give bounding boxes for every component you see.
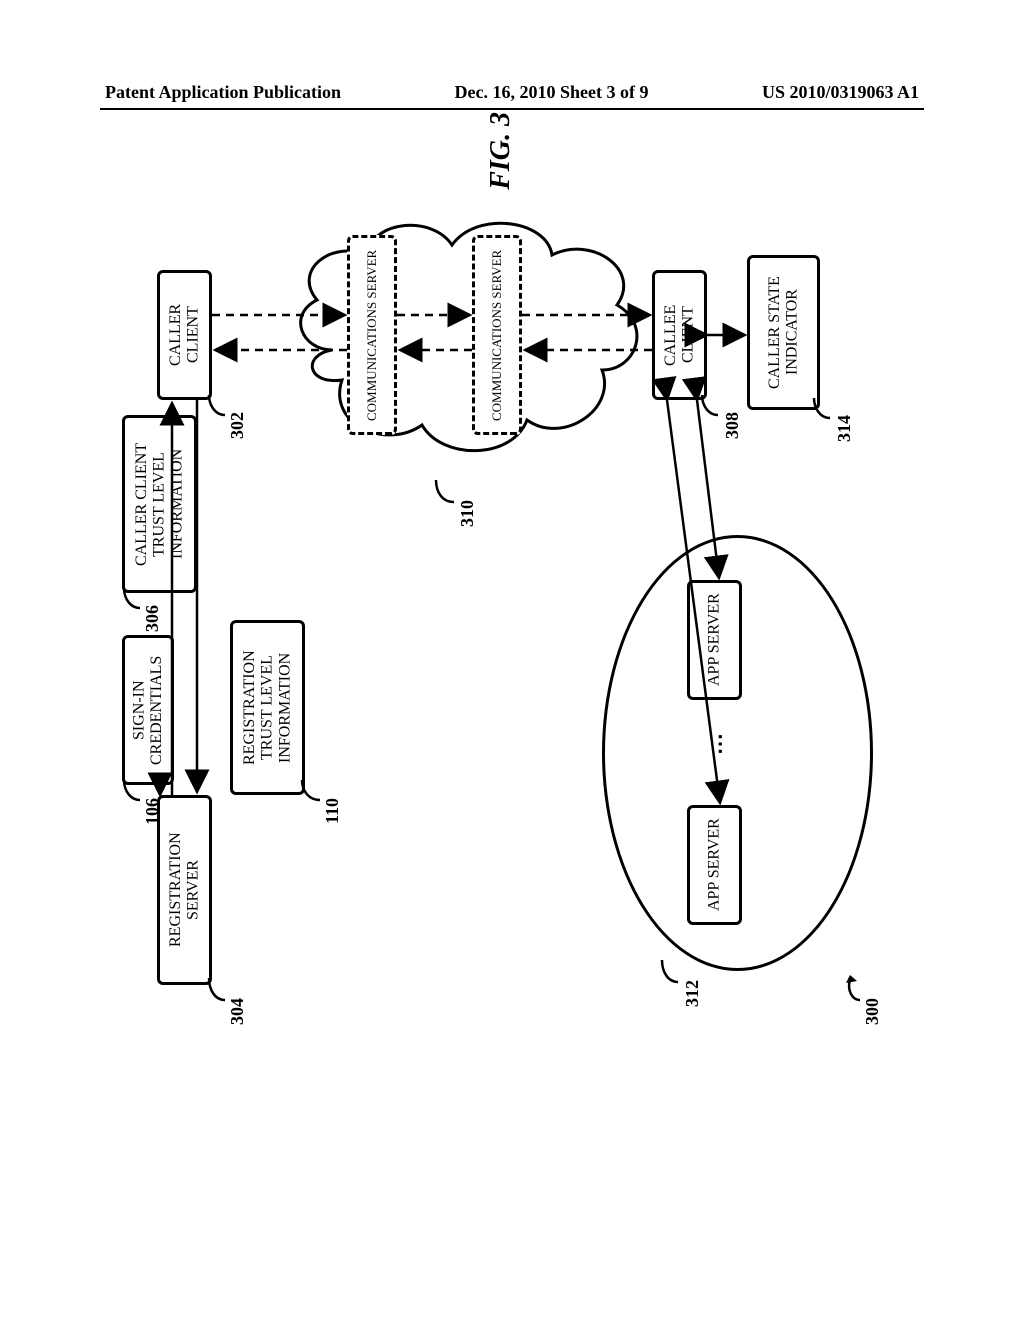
- leader-308: [700, 395, 728, 419]
- leader-106: [124, 780, 150, 804]
- leader-306: [124, 588, 150, 612]
- leader-300: [842, 975, 872, 1005]
- leader-110: [300, 780, 330, 804]
- figure-3-diagram: REGISTRATION SERVER SIGN-IN CREDENTIALS …: [122, 140, 907, 1190]
- page-header: Patent Application Publication Dec. 16, …: [0, 82, 1024, 103]
- header-left: Patent Application Publication: [105, 82, 341, 103]
- header-right: US 2010/0319063 A1: [762, 82, 919, 103]
- leader-314: [812, 398, 840, 422]
- page: Patent Application Publication Dec. 16, …: [0, 0, 1024, 1320]
- leader-304: [207, 978, 237, 1006]
- leader-312: [660, 960, 688, 986]
- connectors: [122, 140, 907, 1190]
- leader-302: [207, 395, 235, 419]
- figure-label: FIG. 3: [485, 112, 517, 190]
- header-center: Dec. 16, 2010 Sheet 3 of 9: [455, 82, 649, 103]
- header-rule: [100, 108, 924, 110]
- leader-310: [434, 480, 464, 506]
